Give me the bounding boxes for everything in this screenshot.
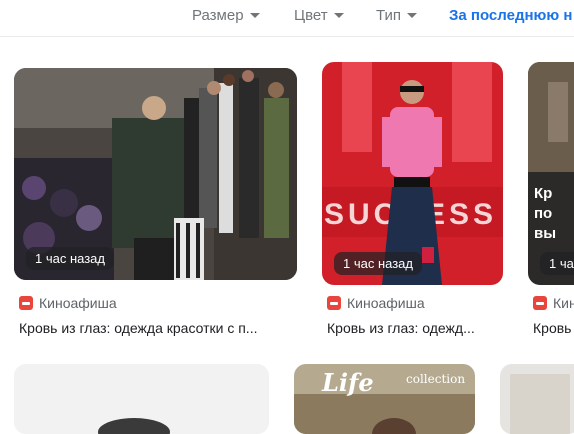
result-thumbnail[interactable]: 1 час назад [14,68,297,280]
filter-time-label: За последнюю н [449,6,573,24]
source-name: Киноафиша [39,295,117,311]
filter-type-label: Тип [376,6,402,24]
result-title[interactable]: Кровь [533,320,574,336]
caret-down-icon [249,12,260,18]
source-name: Кино [553,295,574,311]
filter-type-chip[interactable]: Тип [376,4,418,26]
result-source[interactable]: Киноафиша [19,295,117,311]
kinoafisha-favicon-icon [327,296,341,310]
source-name: Киноафиша [347,295,425,311]
result-source[interactable]: Киноафиша [327,295,425,311]
magazine-subtitle: collection [406,372,466,386]
caret-down-icon [407,12,418,18]
result-title[interactable]: Кровь из глаз: одежда красотки с п... [19,320,299,336]
caret-down-icon [333,12,344,18]
filter-time-chip[interactable]: За последнюю н [449,4,572,26]
time-badge: 1 час назад [334,252,422,275]
overlay-text: Кр по вы [534,185,557,242]
kinoafisha-favicon-icon [19,296,33,310]
time-badge: 1 час назад [26,247,114,270]
result-thumbnail[interactable]: Кр по вы 1 ча [528,62,574,285]
magazine-logo: Life [322,368,374,397]
filter-size-label: Размер [192,6,244,24]
filter-size-chip[interactable]: Размер [192,4,260,26]
result-title[interactable]: Кровь из глаз: одежд... [327,320,499,336]
result-source[interactable]: Кино [533,295,574,311]
time-badge: 1 ча [540,252,574,275]
filter-bar: Размер Цвет Тип За последнюю н [0,0,574,37]
filter-color-label: Цвет [294,6,328,24]
result-thumbnail[interactable]: SUCCESS 1 час назад [322,62,503,285]
kinoafisha-favicon-icon [533,296,547,310]
filter-color-chip[interactable]: Цвет [294,4,344,26]
